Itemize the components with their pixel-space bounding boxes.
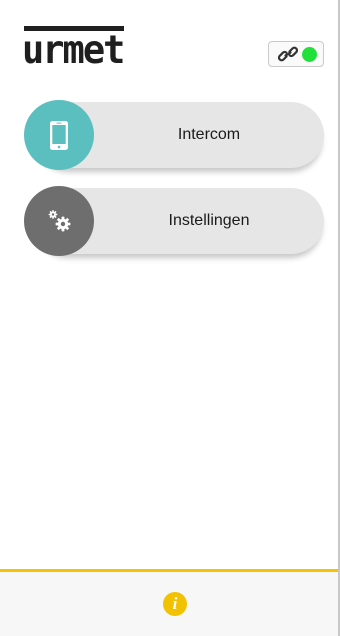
- urmet-logo: urmet: [22, 26, 125, 74]
- gears-icon: [48, 210, 71, 232]
- connection-status-indicator[interactable]: [268, 41, 324, 67]
- intercom-button[interactable]: Intercom: [24, 100, 324, 170]
- smartphone-icon: [50, 121, 68, 150]
- info-icon[interactable]: i: [163, 592, 187, 616]
- app-screen: urmet Intercom Instellingen i: [0, 0, 340, 636]
- intercom-label: Intercom: [177, 126, 241, 143]
- link-icon: [278, 46, 298, 62]
- logo-wordmark: urmet: [22, 27, 125, 73]
- settings-icon-circle: [24, 186, 94, 256]
- intercom-icon-circle: [24, 100, 94, 170]
- header: urmet: [0, 0, 338, 90]
- footer-bar: i: [0, 572, 338, 636]
- settings-label: Instellingen: [168, 212, 250, 229]
- settings-button[interactable]: Instellingen: [24, 186, 324, 256]
- status-dot: [302, 47, 317, 62]
